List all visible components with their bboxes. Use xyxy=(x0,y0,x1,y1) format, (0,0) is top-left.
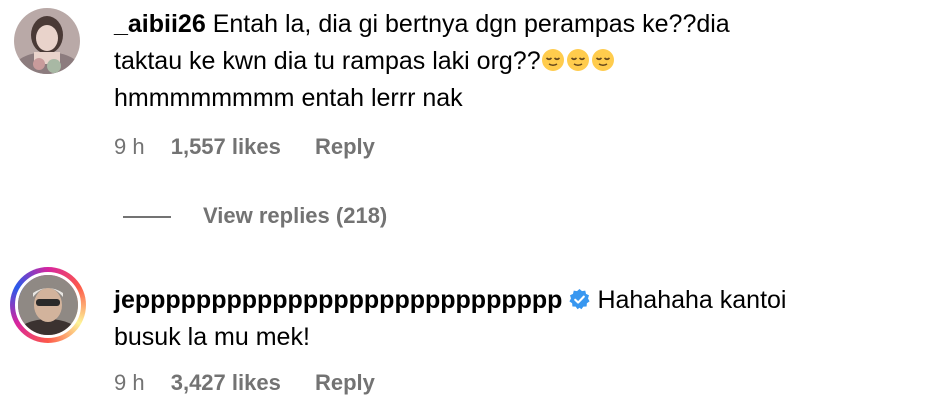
profile-photo-icon xyxy=(14,8,80,74)
comment-body: _aibii26 Entah la, dia gi bertnya dgn pe… xyxy=(114,6,904,117)
comment-body: jepppppppppppppppppppppppppppp Hahahaha k… xyxy=(114,282,904,356)
relieved-face-icon xyxy=(541,49,564,71)
likes-count[interactable]: 3,427 likes xyxy=(171,370,281,396)
comment-meta: 9 h 3,427 likes Reply xyxy=(114,370,375,396)
profile-photo-icon xyxy=(18,275,78,335)
reply-button[interactable]: Reply xyxy=(315,134,375,160)
verified-badge-icon xyxy=(569,288,590,310)
relieved-face-icon xyxy=(566,49,589,71)
comment-meta: 9 h 1,557 likes Reply xyxy=(114,134,375,160)
comment-text-line: busuk la mu mek! xyxy=(114,323,310,351)
comment-timestamp[interactable]: 9 h xyxy=(114,370,145,396)
comment-username[interactable]: jepppppppppppppppppppppppppppp xyxy=(114,286,562,314)
comment-timestamp[interactable]: 9 h xyxy=(114,134,145,160)
comment-text-line: taktau ke kwn dia tu rampas laki org?? xyxy=(114,47,541,75)
comment-text-line: Hahahaha kantoi xyxy=(597,286,787,314)
relieved-face-icon xyxy=(591,49,614,71)
comment-username[interactable]: _aibii26 xyxy=(114,10,206,38)
view-replies-button[interactable]: View replies (218) xyxy=(203,203,387,229)
avatar[interactable] xyxy=(14,8,80,74)
replies-divider xyxy=(123,216,171,218)
avatar[interactable] xyxy=(15,272,81,338)
comment-text-line: Entah la, dia gi bertnya dgn perampas ke… xyxy=(212,10,730,38)
reply-button[interactable]: Reply xyxy=(315,370,375,396)
likes-count[interactable]: 1,557 likes xyxy=(171,134,281,160)
comment-text-line: hmmmmmmmm entah lerrr nak xyxy=(114,84,463,112)
